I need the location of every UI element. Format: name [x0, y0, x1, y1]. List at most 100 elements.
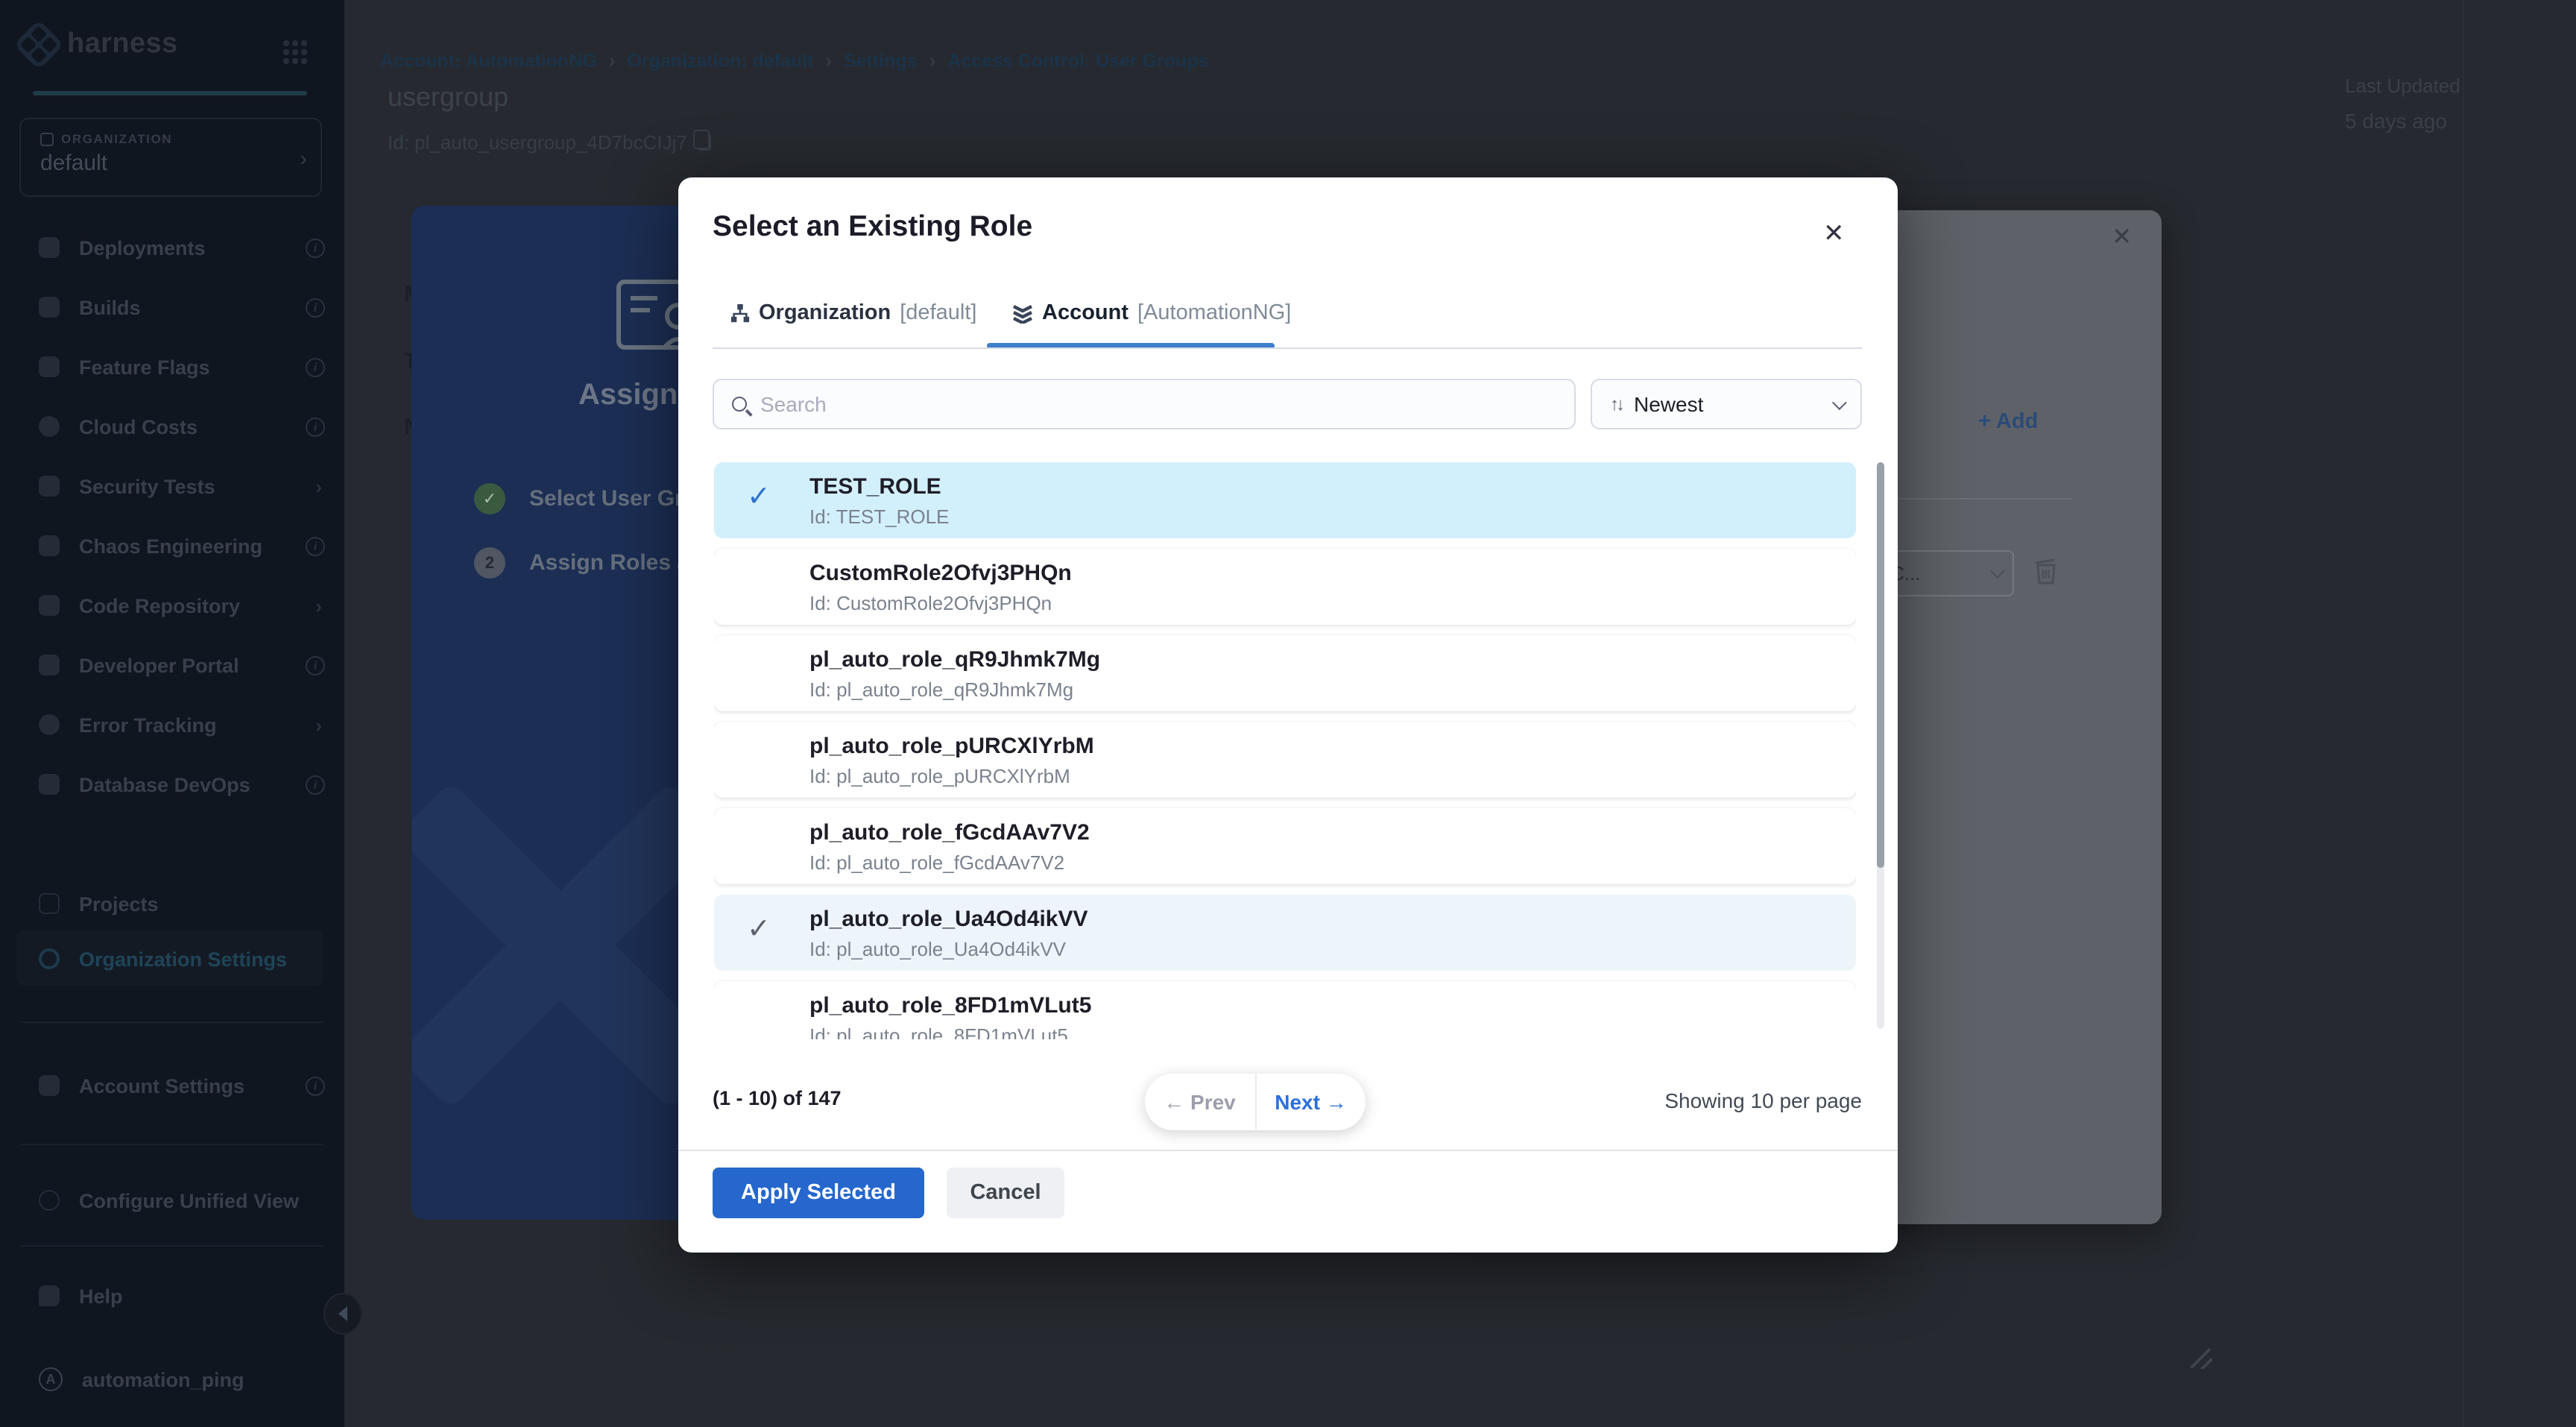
sidebar-item-configure-unified-view[interactable]: Configure Unified View — [0, 1171, 344, 1230]
role-row[interactable]: pl_auto_role_8FD1mVLut5Id: pl_auto_role_… — [714, 981, 1856, 1039]
scrollbar-thumb[interactable] — [1877, 462, 1884, 868]
role-row[interactable]: ✓TEST_ROLEId: TEST_ROLE — [714, 462, 1856, 538]
tab-organization[interactable]: Organization [default] — [730, 301, 976, 325]
page-title: usergroup — [388, 82, 508, 113]
org-icon — [40, 132, 54, 145]
sidebar-item-label: Error Tracking — [79, 714, 217, 736]
info-icon: i — [306, 357, 325, 377]
sidebar-item-chaos-engineering[interactable]: Chaos Engineering i — [0, 516, 344, 576]
org-selector[interactable]: ORGANIZATION default › — [19, 118, 322, 197]
org-selector-label: ORGANIZATION — [61, 131, 172, 146]
tab-scope: [AutomationNG] — [1137, 301, 1291, 325]
sidebar-item-code-repository[interactable]: Code Repository› — [0, 576, 344, 635]
chevron-down-icon — [1990, 564, 2005, 579]
wrench-icon — [39, 1190, 60, 1211]
sidebar-item-builds[interactable]: Buildsi — [0, 277, 344, 337]
search-input[interactable]: Search — [713, 379, 1576, 429]
role-row[interactable]: CustomRole2Ofvj3PHQnId: CustomRole2Ofvj3… — [714, 549, 1856, 625]
sidebar-item-feature-flags[interactable]: Feature Flagsi — [0, 337, 344, 397]
trash-icon[interactable] — [2035, 558, 2057, 585]
tab-account[interactable]: Account [AutomationNG] — [1012, 301, 1291, 325]
breadcrumb-separator: › — [825, 49, 832, 72]
sidebar-item-label: Configure Unified View — [79, 1189, 299, 1212]
cancel-button[interactable]: Cancel — [947, 1168, 1064, 1218]
sidebar-item-label: Chaos Engineering — [79, 535, 262, 557]
chevron-right-icon: › — [315, 475, 322, 497]
tab-scope: [default] — [900, 301, 976, 325]
breadcrumb-item[interactable]: Organization: default — [627, 50, 813, 71]
sort-arrows-icon: ↑↓ — [1610, 394, 1622, 415]
layers-icon — [1012, 303, 1033, 324]
breadcrumb-item[interactable]: Access Control: User Groups — [947, 50, 1208, 71]
copy-icon[interactable] — [698, 134, 711, 151]
footer-divider — [678, 1150, 1898, 1151]
role-row[interactable]: pl_auto_role_qR9Jhmk7Mg Id: pl_auto_role_… — [714, 635, 1856, 711]
harness-logo-icon — [13, 19, 64, 70]
sidebar-item-account-settings[interactable]: Account Settings i — [0, 1056, 344, 1115]
wizard-step-2: 2 Assign Roles an — [474, 547, 703, 579]
info-icon: i — [306, 238, 325, 257]
close-icon[interactable]: ✕ — [1817, 213, 1851, 255]
add-button[interactable]: + Add — [1978, 410, 2038, 434]
sidebar-item-projects[interactable]: Projects — [0, 874, 344, 933]
sidebar-item-user[interactable]: A automation_ping — [0, 1349, 344, 1409]
sidebar-item-label: Builds — [79, 296, 141, 318]
tabbar-divider — [713, 347, 1862, 349]
sidebar-item-help[interactable]: Help — [0, 1266, 344, 1326]
sidebar-divider-accent — [33, 91, 307, 95]
chevron-right-icon: › — [300, 146, 307, 170]
search-placeholder: Search — [760, 392, 827, 416]
role-row[interactable]: pl_auto_role_fGcdAAv7V2Id: pl_auto_role_… — [714, 808, 1856, 884]
last-updated-label: Last Updated — [2345, 75, 2460, 97]
close-icon[interactable]: ✕ — [2112, 222, 2132, 252]
sidebar-item-security-tests[interactable]: Security Tests› — [0, 456, 344, 516]
sort-select[interactable]: ↑↓ Newest — [1591, 379, 1862, 429]
role-row[interactable]: ✓pl_auto_role_Ua4Od4ikVVId: pl_auto_role… — [714, 895, 1856, 971]
entity-id-label: Id: pl_auto_usergroup_4D7bcCIJj7 — [388, 131, 687, 154]
error-tracking-icon — [39, 714, 60, 735]
sidebar-item-label: Code Repository — [79, 594, 240, 617]
check-icon: ✓ — [747, 480, 771, 514]
role-row[interactable]: pl_auto_role_pURCXlYrbMId: pl_auto_role_… — [714, 722, 1856, 798]
database-devops-icon — [39, 774, 60, 795]
info-icon: i — [306, 775, 325, 794]
scrollbar[interactable] — [1877, 462, 1884, 1029]
breadcrumb-item[interactable]: Account: AutomationNG — [380, 50, 597, 71]
info-icon: i — [306, 655, 325, 675]
logo-text: harness — [67, 28, 178, 61]
sidebar-item-deployments[interactable]: Deploymentsi — [0, 218, 344, 277]
sidebar-item-developer-portal[interactable]: Developer Portali — [0, 635, 344, 695]
sidebar-menu: DeploymentsiBuildsiFeature FlagsiCloud C… — [0, 218, 344, 814]
next-page-button[interactable]: Next → — [1256, 1090, 1366, 1114]
last-updated-value: 5 days ago — [2345, 109, 2460, 133]
resize-handle-icon[interactable] — [2190, 1346, 2212, 1369]
role-name: pl_auto_role_Ua4Od4ikVV — [809, 907, 1088, 932]
app-grid-icon[interactable] — [283, 40, 307, 64]
app-root: harness ORGANIZATION default › Deploymen… — [0, 0, 2576, 1427]
pagination-page-size: Showing 10 per page — [1664, 1089, 1862, 1112]
info-icon: i — [306, 536, 325, 555]
step-complete-check-icon: ✓ — [474, 483, 505, 514]
sidebar-item-organization-settings[interactable]: Organization Settings — [0, 933, 344, 984]
apply-selected-button[interactable]: Apply Selected — [713, 1168, 924, 1218]
cloud-costs-icon — [39, 416, 60, 437]
deployments-icon — [39, 237, 60, 258]
sidebar-collapse-button[interactable] — [323, 1293, 362, 1335]
wizard-step-label: Assign Roles an — [529, 550, 703, 576]
role-name: pl_auto_role_qR9Jhmk7Mg — [809, 647, 1100, 672]
sidebar-item-cloud-costs[interactable]: Cloud Costsi — [0, 397, 344, 456]
projects-icon — [39, 893, 60, 914]
harness-logo[interactable]: harness — [21, 27, 178, 63]
code-repository-icon — [39, 595, 60, 616]
pagination-range: (1 - 10) of 147 — [713, 1087, 842, 1109]
gear-icon — [39, 948, 60, 969]
sidebar-item-database-devops[interactable]: Database DevOpsi — [0, 755, 344, 814]
wizard-step-1: ✓ Select User Gro — [474, 483, 697, 514]
role-id: Id: pl_auto_role_qR9Jhmk7Mg — [809, 678, 1073, 701]
prev-page-button[interactable]: ← Prev — [1145, 1090, 1254, 1114]
last-updated: Last Updated 5 days ago — [2345, 75, 2460, 133]
breadcrumb-item[interactable]: Settings — [844, 50, 918, 71]
breadcrumb-separator: › — [609, 49, 616, 72]
org-hierarchy-icon — [730, 303, 750, 323]
sidebar-item-error-tracking[interactable]: Error Tracking› — [0, 695, 344, 755]
